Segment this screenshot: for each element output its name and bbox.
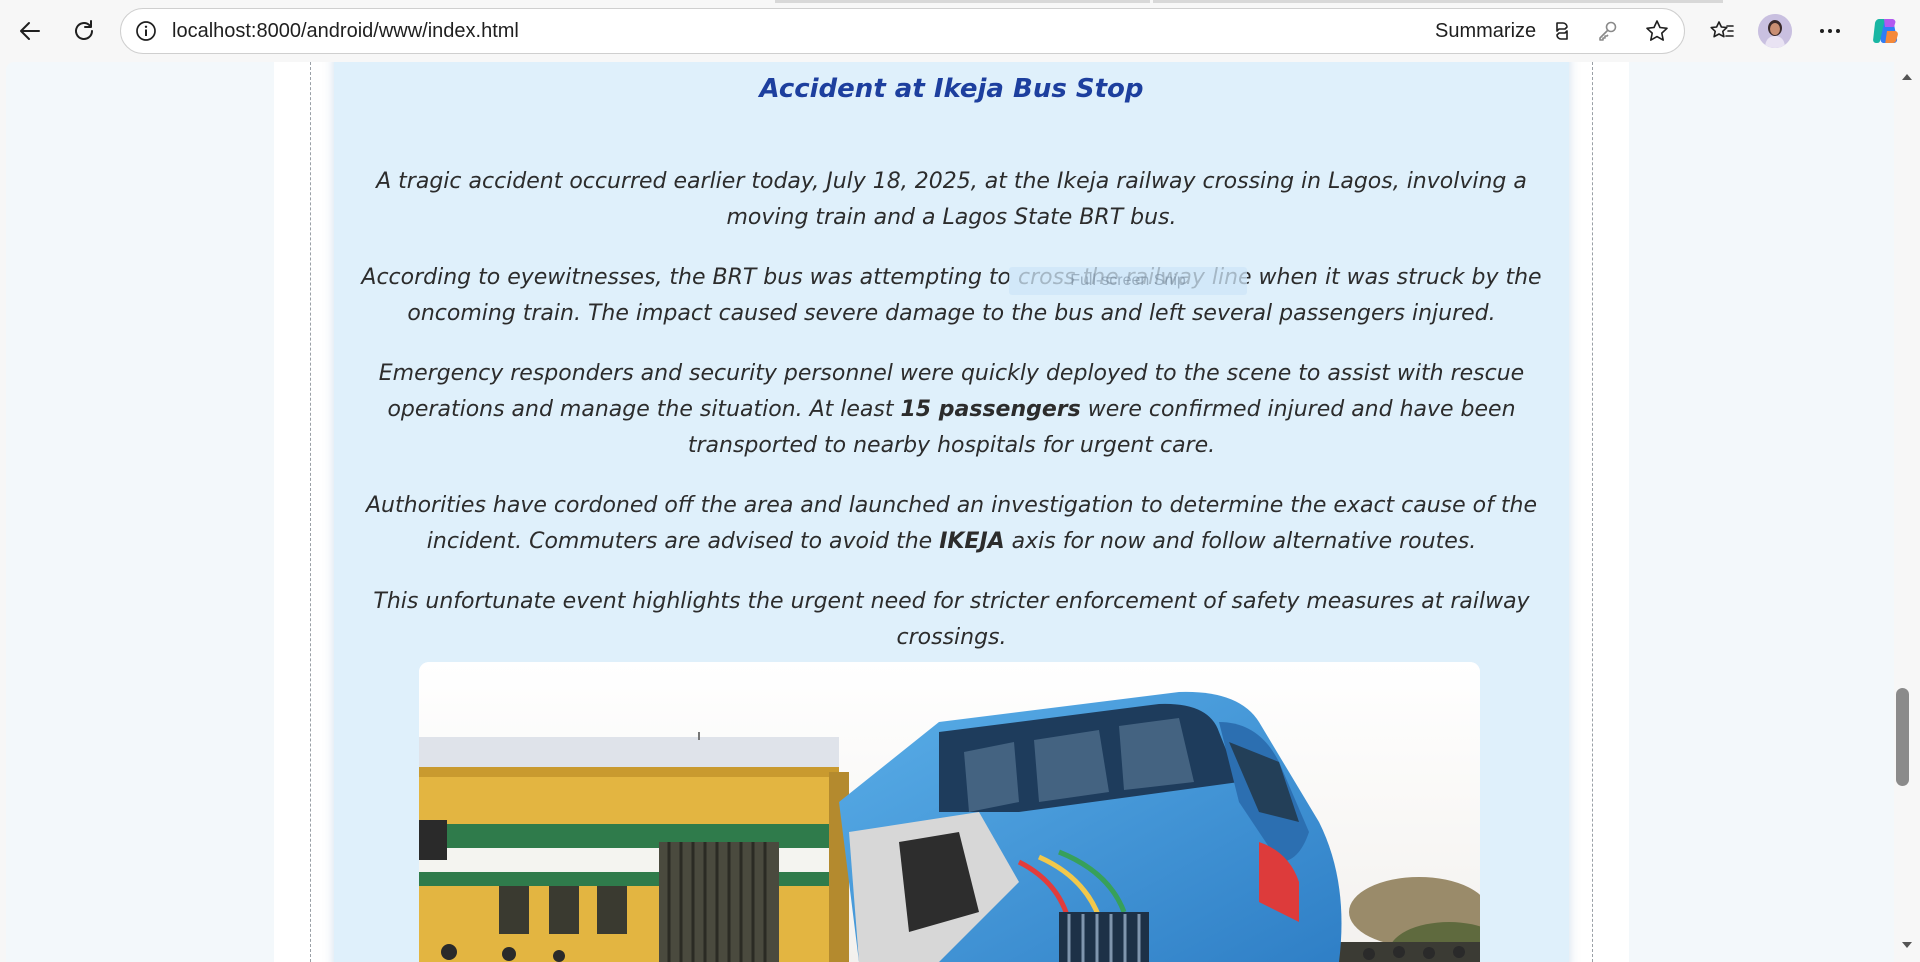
- article-paragraph-4: Authorities have cordoned off the area a…: [366, 493, 1537, 554]
- summarize-button[interactable]: Summarize: [1435, 9, 1536, 53]
- copilot-summarize-icon[interactable]: [1549, 18, 1575, 44]
- article-paragraph-1: A tragic accident occurred earlier today…: [376, 169, 1527, 230]
- article-title: Accident at Ikeja Bus Stop: [759, 74, 1144, 104]
- star-icon[interactable]: [1644, 18, 1670, 44]
- back-icon[interactable]: [12, 11, 48, 51]
- more-icon[interactable]: [1812, 11, 1848, 51]
- scroll-down-icon: [1902, 942, 1912, 948]
- ikeja-emphasis: IKEJA: [939, 529, 1005, 554]
- profile-avatar[interactable]: [1758, 14, 1792, 48]
- scroll-up-icon: [1902, 74, 1912, 80]
- injured-count: 15 passengers: [900, 397, 1081, 422]
- article-paragraph-5: This unfortunate event highlights the ur…: [373, 589, 1530, 650]
- refresh-icon[interactable]: [66, 11, 102, 51]
- url-text[interactable]: localhost:8000/android/www/index.html: [172, 9, 519, 53]
- browser-toolbar: localhost:8000/android/www/index.html Su…: [0, 0, 1920, 62]
- key-icon[interactable]: [1595, 18, 1621, 44]
- copilot-icon[interactable]: [1868, 11, 1904, 51]
- scrollbar-thumb[interactable]: [1896, 688, 1909, 786]
- accident-photo: [419, 662, 1480, 962]
- vertical-scrollbar[interactable]: [1894, 62, 1920, 962]
- article-paragraph-3: Emergency responders and security person…: [378, 361, 1525, 458]
- info-icon[interactable]: [135, 20, 157, 42]
- article-paragraph-2: According to eyewitnesses, the BRT bus w…: [361, 265, 1542, 326]
- tab-strip-edge: [775, 0, 1150, 3]
- address-bar[interactable]: localhost:8000/android/www/index.html Su…: [120, 8, 1685, 54]
- tab-strip-edge: [1153, 0, 1723, 3]
- snip-toolbar-overlay[interactable]: Full-screen Snip: [1009, 267, 1247, 295]
- favorites-icon[interactable]: [1704, 11, 1740, 51]
